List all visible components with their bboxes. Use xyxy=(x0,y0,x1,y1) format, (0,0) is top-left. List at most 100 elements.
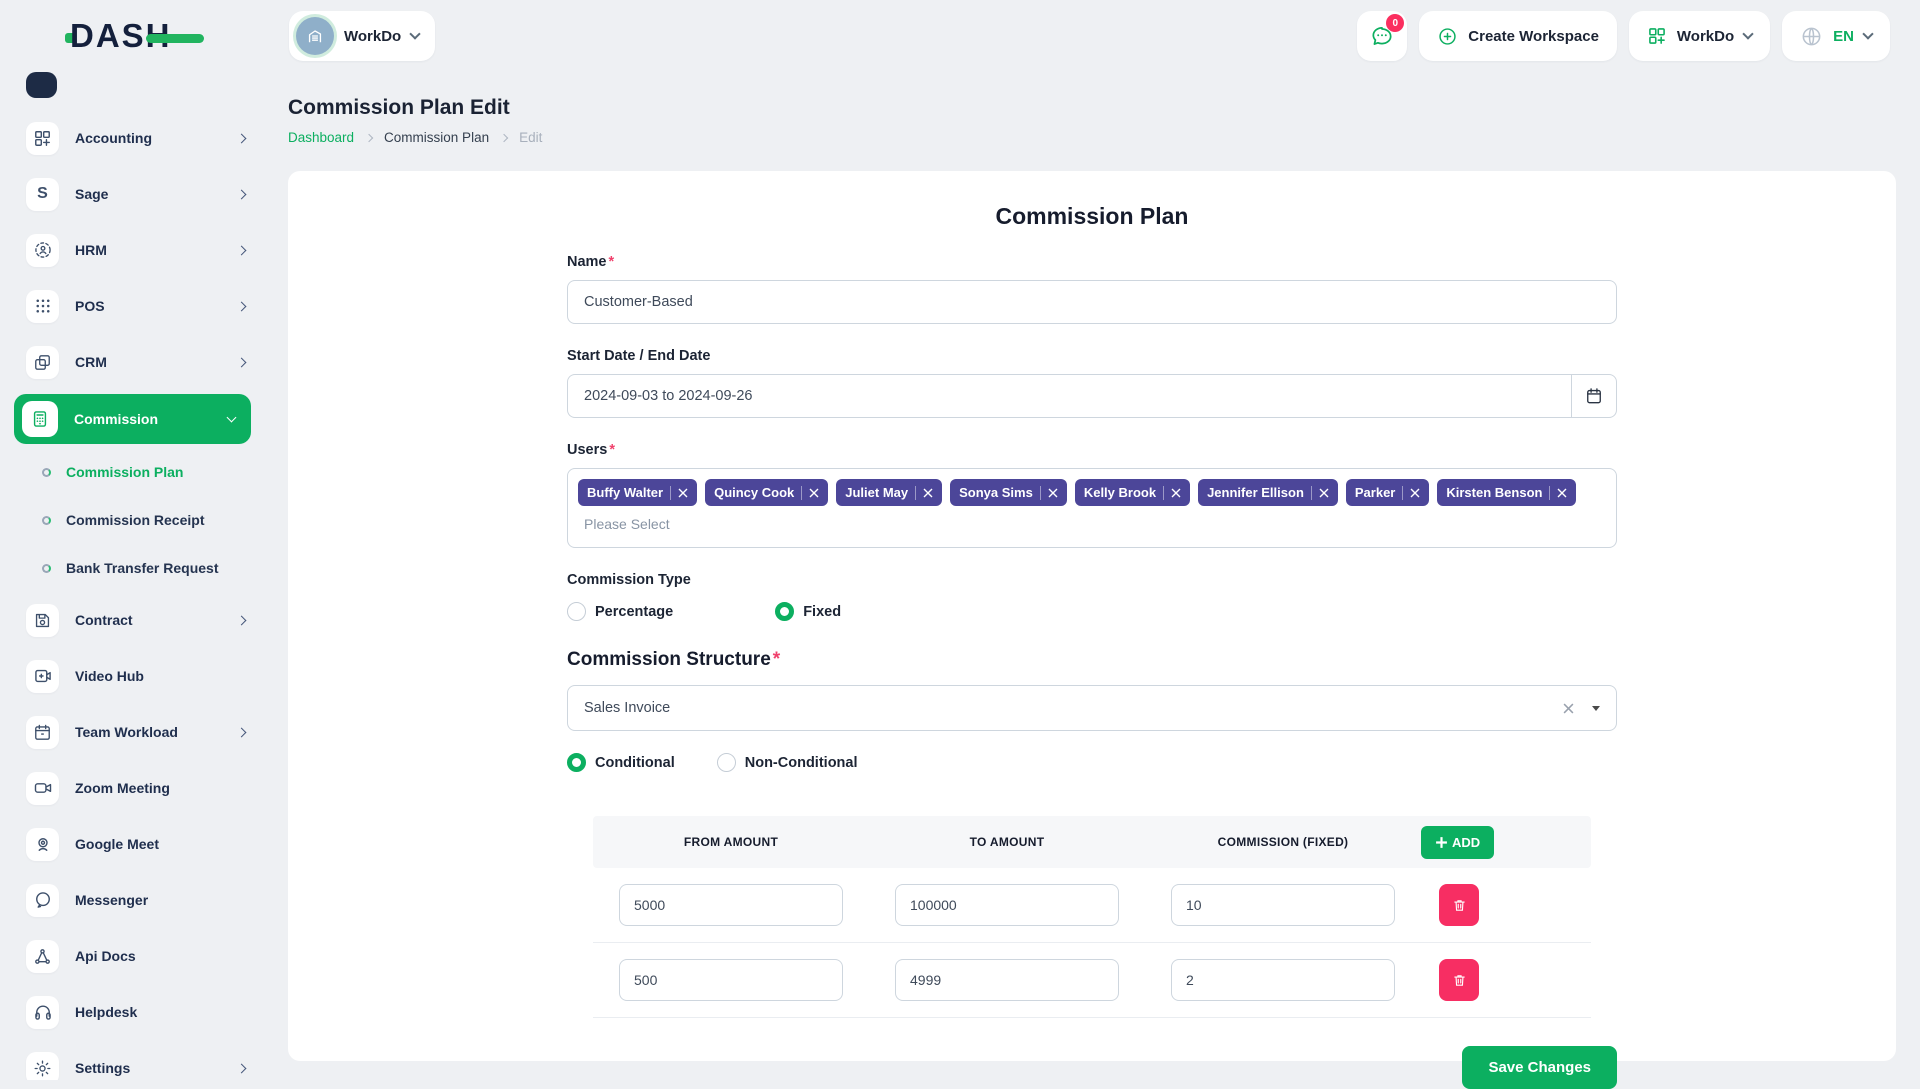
webcam-icon xyxy=(33,834,53,854)
unread-count-badge: 0 xyxy=(1386,14,1404,32)
remove-tag-icon[interactable] xyxy=(1171,488,1181,498)
dots-grid-icon xyxy=(34,297,52,315)
sidebar-item-zoom-meeting[interactable]: Zoom Meeting xyxy=(0,760,265,816)
add-row-button[interactable]: ADD xyxy=(1421,826,1494,859)
name-input[interactable] xyxy=(567,280,1617,324)
share-nodes-icon xyxy=(33,947,52,966)
sidebar-item-pos[interactable]: POS xyxy=(0,278,265,334)
chevron-right-icon xyxy=(237,615,247,625)
dash-logo[interactable]: DASH xyxy=(65,17,265,55)
calendar-button[interactable] xyxy=(1571,374,1617,418)
remove-tag-icon[interactable] xyxy=(678,488,688,498)
radio-fixed[interactable]: Fixed xyxy=(775,602,841,621)
radio-checked-icon xyxy=(567,753,586,772)
chevron-right-icon xyxy=(365,133,373,141)
chevron-down-icon xyxy=(1742,28,1753,39)
sidebar-item-api-docs[interactable]: Api Docs xyxy=(0,928,265,984)
sidebar-item-messenger[interactable]: Messenger xyxy=(0,872,265,928)
user-tag: Parker xyxy=(1346,479,1429,506)
radio-checked-icon xyxy=(775,602,794,621)
delete-row-button[interactable] xyxy=(1439,959,1479,1001)
from-amount-input[interactable] xyxy=(619,959,843,1001)
apps-menu-label: WorkDo xyxy=(1677,28,1734,45)
chevron-right-icon xyxy=(237,189,247,199)
calendar-icon xyxy=(33,723,52,742)
remove-tag-icon[interactable] xyxy=(1048,488,1058,498)
gear-icon xyxy=(33,1059,52,1078)
language-selector[interactable]: EN xyxy=(1782,11,1890,61)
plus-circle-icon xyxy=(1437,26,1458,47)
chevron-right-icon xyxy=(500,133,508,141)
radio-non-conditional[interactable]: Non-Conditional xyxy=(717,753,858,772)
sidebar-item-accounting[interactable]: Accounting xyxy=(0,110,265,166)
sidebar-item-settings[interactable]: Settings xyxy=(0,1040,265,1080)
messages-button[interactable]: 0 xyxy=(1357,11,1407,61)
commission-structure-label: Commission Structure* xyxy=(567,649,1617,671)
workspace-name: WorkDo xyxy=(344,28,401,45)
sidebar-subitem-bank-transfer-request[interactable]: Bank Transfer Request xyxy=(0,544,265,592)
sidebar-subitem-commission-receipt[interactable]: Commission Receipt xyxy=(0,496,265,544)
workspace-avatar xyxy=(296,17,334,55)
from-amount-input[interactable] xyxy=(619,884,843,926)
radio-unchecked-icon xyxy=(717,753,736,772)
user-tag: Sonya Sims xyxy=(950,479,1067,506)
chevron-right-icon xyxy=(237,245,247,255)
floppy-disk-icon xyxy=(33,611,52,630)
breadcrumb-commission-plan[interactable]: Commission Plan xyxy=(384,130,489,145)
card-heading: Commission Plan xyxy=(288,203,1896,230)
remove-tag-icon[interactable] xyxy=(1557,488,1567,498)
sidebar-item-video-hub[interactable]: Video Hub xyxy=(0,648,265,704)
sidebar-item-commission[interactable]: Commission xyxy=(14,394,251,444)
radio-percentage[interactable]: Percentage xyxy=(567,602,673,621)
chevron-right-icon xyxy=(237,357,247,367)
users-multiselect[interactable]: Buffy Walter Quincy Cook Juliet May Sony… xyxy=(567,468,1617,548)
commission-input[interactable] xyxy=(1171,959,1395,1001)
sidebar-item-hrm[interactable]: HRM xyxy=(0,222,265,278)
sidebar-item-team-workload[interactable]: Team Workload xyxy=(0,704,265,760)
remove-tag-icon[interactable] xyxy=(1319,488,1329,498)
grid-plus-icon xyxy=(1647,26,1667,46)
remove-tag-icon[interactable] xyxy=(923,488,933,498)
create-workspace-button[interactable]: Create Workspace xyxy=(1419,11,1617,61)
remove-tag-icon[interactable] xyxy=(809,488,819,498)
calculator-icon xyxy=(30,409,50,429)
breadcrumb-current: Edit xyxy=(519,130,542,145)
sidebar-item-sage[interactable]: S Sage xyxy=(0,166,265,222)
trash-icon xyxy=(1452,898,1467,913)
date-range-input[interactable] xyxy=(567,374,1571,418)
clear-selection-icon[interactable] xyxy=(1563,703,1574,714)
calendar-icon xyxy=(1584,386,1604,406)
trash-icon xyxy=(1452,973,1467,988)
table-row xyxy=(593,868,1591,943)
to-amount-input[interactable] xyxy=(895,884,1119,926)
to-amount-input[interactable] xyxy=(895,959,1119,1001)
structure-select[interactable]: Sales Invoice xyxy=(567,685,1617,731)
save-changes-button[interactable]: Save Changes xyxy=(1462,1046,1617,1089)
users-search-input[interactable] xyxy=(578,516,878,532)
table-row xyxy=(593,943,1591,1018)
headphones-icon xyxy=(33,1002,53,1022)
chevron-right-icon xyxy=(237,301,247,311)
delete-row-button[interactable] xyxy=(1439,884,1479,926)
users-label: Users* xyxy=(567,442,1617,458)
sidebar-item-google-meet[interactable]: Google Meet xyxy=(0,816,265,872)
apps-menu-button[interactable]: WorkDo xyxy=(1629,11,1770,61)
create-workspace-label: Create Workspace xyxy=(1468,28,1599,45)
commission-input[interactable] xyxy=(1171,884,1395,926)
column-header-commission: COMMISSION (FIXED) xyxy=(1145,835,1421,849)
sidebar-item-contract[interactable]: Contract xyxy=(0,592,265,648)
user-tag: Kelly Brook xyxy=(1075,479,1190,506)
remove-tag-icon[interactable] xyxy=(1410,488,1420,498)
chat-bubble-icon xyxy=(33,890,53,910)
bullet-ring-icon xyxy=(42,468,51,477)
sidebar-item-crm[interactable]: CRM xyxy=(0,334,265,390)
workspace-switcher[interactable]: WorkDo xyxy=(289,11,435,61)
grid-plus-icon xyxy=(33,129,52,148)
sidebar-item-helpdesk[interactable]: Helpdesk xyxy=(0,984,265,1040)
breadcrumb-dashboard-link[interactable]: Dashboard xyxy=(288,130,354,145)
sidebar-subitem-commission-plan[interactable]: Commission Plan xyxy=(0,448,265,496)
chevron-right-icon xyxy=(237,133,247,143)
chevron-down-icon xyxy=(410,28,421,39)
user-tag: Buffy Walter xyxy=(578,479,697,506)
radio-conditional[interactable]: Conditional xyxy=(567,753,675,772)
